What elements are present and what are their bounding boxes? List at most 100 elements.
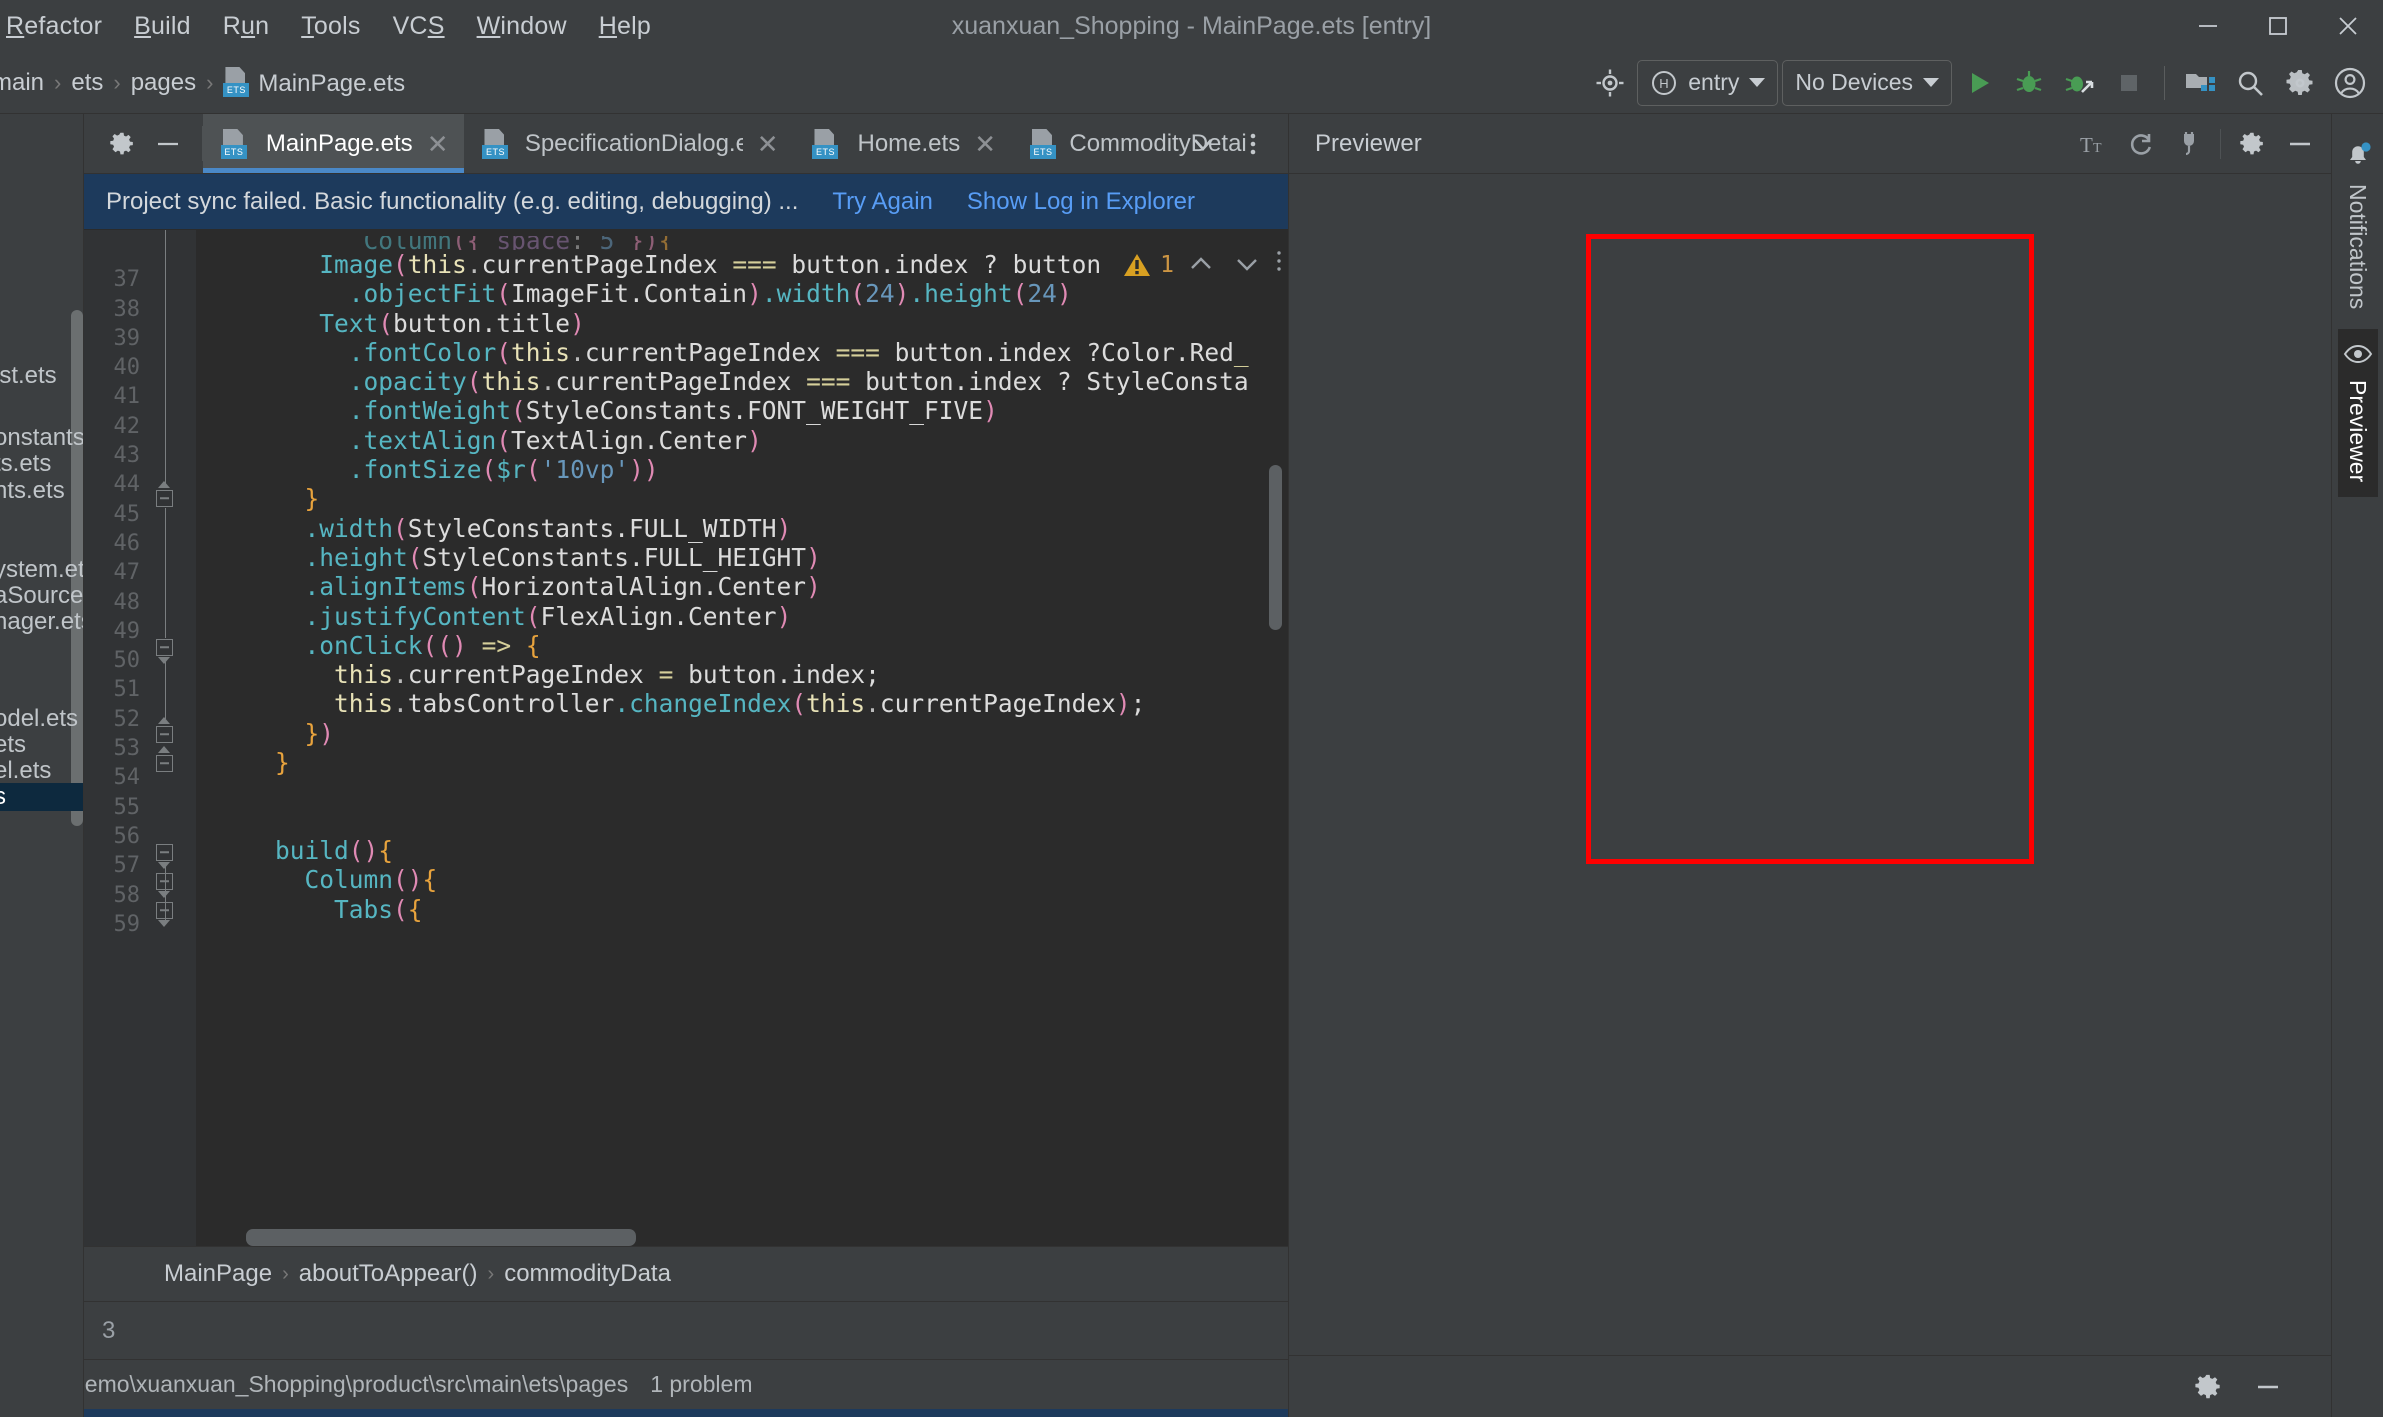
tab-specificationdialog[interactable]: ETS SpecificationDialog.ets ✕ bbox=[464, 114, 794, 173]
warning-triangle-icon bbox=[1124, 253, 1151, 276]
code-line: } bbox=[275, 748, 290, 778]
preview-device-frame[interactable] bbox=[1586, 234, 2034, 864]
list-item[interactable]: ts.ets bbox=[0, 450, 51, 478]
code-content[interactable]: Column({ space: 5 }){ Image(this.current… bbox=[196, 230, 1288, 1246]
editor-vertical-scrollbar[interactable] bbox=[1269, 465, 1282, 630]
breadcrumb-item-pages[interactable]: pages bbox=[125, 69, 202, 97]
menu-item-run[interactable]: Run bbox=[207, 6, 285, 47]
search-icon[interactable] bbox=[2227, 60, 2273, 106]
fold-marker[interactable] bbox=[154, 724, 174, 744]
device-selector[interactable]: No Devices bbox=[1782, 59, 1952, 106]
tab-mainpage[interactable]: ETS MainPage.ets ✕ bbox=[202, 114, 465, 173]
previewer-canvas[interactable] bbox=[1289, 174, 2331, 1355]
target-icon[interactable] bbox=[1587, 60, 1633, 106]
list-item[interactable]: s bbox=[0, 783, 83, 811]
line-number: 41 bbox=[113, 384, 141, 410]
refresh-icon[interactable] bbox=[2118, 121, 2164, 167]
breadcrumb-item-main[interactable]: main bbox=[0, 69, 50, 97]
fold-region-line bbox=[164, 230, 166, 488]
line-number: 45 bbox=[113, 501, 141, 527]
gear-icon[interactable] bbox=[102, 124, 142, 164]
tab-label: MainPage.ets bbox=[265, 129, 413, 157]
plug-icon[interactable] bbox=[2166, 121, 2212, 167]
debug-icon[interactable] bbox=[2006, 60, 2052, 106]
profile-icon[interactable] bbox=[2056, 60, 2102, 106]
close-icon[interactable]: ✕ bbox=[757, 131, 779, 157]
list-item[interactable]: ist.ets bbox=[0, 362, 57, 390]
tab-home[interactable]: ETS Home.ets ✕ bbox=[794, 114, 1012, 173]
settings-icon[interactable] bbox=[2277, 60, 2323, 106]
fold-marker[interactable] bbox=[154, 753, 174, 773]
show-log-link[interactable]: Show Log in Explorer bbox=[967, 188, 1195, 216]
tool-button-notifications[interactable]: Notifications bbox=[2338, 126, 2378, 323]
tool-button-previewer[interactable]: Previewer bbox=[2337, 329, 2378, 497]
run-configuration-selector[interactable]: H entry bbox=[1637, 59, 1779, 106]
fold-marker[interactable] bbox=[154, 842, 174, 862]
minimize-icon[interactable] bbox=[2173, 0, 2243, 52]
list-item[interactable]: onstants.ets bbox=[0, 424, 83, 452]
minimize-icon[interactable] bbox=[2277, 121, 2323, 167]
breadcrumb-item-ets[interactable]: ets bbox=[65, 69, 109, 97]
code-line: .objectFit(ImageFit.Contain).width(24).h… bbox=[348, 279, 1072, 309]
previewer-divider bbox=[2220, 128, 2221, 159]
menu-item-help[interactable]: Help bbox=[583, 6, 667, 47]
list-item[interactable]: aSource.ets bbox=[0, 582, 83, 610]
account-icon[interactable] bbox=[2327, 60, 2373, 106]
list-item[interactable]: odel.ets bbox=[0, 705, 78, 733]
menu-item-tools[interactable]: Tools bbox=[285, 6, 376, 47]
editor-horizontal-scrollbar[interactable] bbox=[246, 1229, 636, 1246]
right-tool-strip: Notifications Previewer bbox=[2331, 114, 2383, 1417]
gear-icon[interactable] bbox=[2229, 121, 2275, 167]
svg-text:T: T bbox=[2093, 141, 2102, 156]
toolbar-actions: H entry No Devices bbox=[1587, 59, 2383, 106]
line-number: 49 bbox=[113, 618, 141, 644]
fold-marker[interactable] bbox=[154, 488, 174, 508]
minimize-icon[interactable] bbox=[2245, 1364, 2291, 1410]
menu-item-refactor[interactable]: Refactor bbox=[0, 6, 118, 47]
inspection-menu-icon[interactable] bbox=[1274, 248, 1284, 281]
list-item[interactable]: ystem.ets bbox=[0, 556, 83, 584]
list-item[interactable]: nts.ets bbox=[0, 477, 65, 505]
breadcrumb-item-abouttoappear[interactable]: aboutToAppear() bbox=[291, 1260, 486, 1288]
device-manager-icon[interactable] bbox=[2177, 60, 2223, 106]
code-line: Text(button.title) bbox=[319, 308, 585, 338]
fold-marker[interactable] bbox=[154, 900, 174, 920]
breadcrumb-item-file[interactable]: ETS MainPage.ets bbox=[217, 67, 411, 98]
fold-marker[interactable] bbox=[154, 637, 174, 657]
fold-marker[interactable] bbox=[154, 871, 174, 891]
close-icon[interactable] bbox=[2313, 0, 2383, 52]
tab-commoditydetailpage[interactable]: ETS CommodityDetailPag bbox=[1012, 114, 1262, 173]
line-number: 46 bbox=[113, 530, 141, 556]
project-tree-panel[interactable]: ist.ets onstants.ets ts.ets nts.ets yste… bbox=[0, 114, 84, 1417]
maximize-icon[interactable] bbox=[2243, 0, 2313, 52]
line-number: 54 bbox=[113, 765, 141, 791]
menu-item-build[interactable]: Build bbox=[118, 6, 207, 47]
svg-text:H: H bbox=[1660, 76, 1669, 91]
close-icon[interactable]: ✕ bbox=[974, 131, 996, 157]
close-icon[interactable]: ✕ bbox=[427, 131, 449, 157]
font-size-icon[interactable]: TT bbox=[2070, 121, 2116, 167]
svg-text:T: T bbox=[2080, 133, 2093, 157]
list-item[interactable]: el.ets bbox=[0, 757, 51, 785]
menu-item-window[interactable]: Window bbox=[461, 6, 583, 47]
code-editor[interactable]: 37 38 39 40 41 42 43 44 45 46 47 48 49 5… bbox=[84, 230, 1288, 1246]
line-number: 42 bbox=[113, 413, 141, 439]
status-problems[interactable]: 1 problem bbox=[650, 1371, 752, 1398]
run-icon[interactable] bbox=[1956, 60, 2002, 106]
breadcrumb-item-mainpage[interactable]: MainPage bbox=[156, 1260, 280, 1288]
inspection-warning-chip[interactable]: 1 bbox=[1112, 248, 1284, 281]
collapse-panel-icon[interactable] bbox=[148, 124, 188, 164]
line-number: 50 bbox=[113, 648, 141, 674]
menu-item-vcs[interactable]: VCS bbox=[377, 6, 461, 47]
breadcrumb-separator: › bbox=[487, 1262, 495, 1285]
breadcrumb-item-commoditydata[interactable]: commodityData bbox=[496, 1260, 679, 1288]
chevron-down-icon[interactable] bbox=[1228, 250, 1266, 280]
try-again-link[interactable]: Try Again bbox=[832, 188, 933, 216]
bell-icon bbox=[2344, 140, 2372, 174]
list-item[interactable]: ets bbox=[0, 731, 26, 759]
gear-icon[interactable] bbox=[2185, 1364, 2231, 1410]
list-item[interactable]: nager.ets bbox=[0, 608, 83, 636]
sync-failed-banner: Project sync failed. Basic functionality… bbox=[84, 174, 1288, 230]
chevron-up-icon[interactable] bbox=[1182, 250, 1220, 280]
stop-icon[interactable] bbox=[2106, 60, 2152, 106]
